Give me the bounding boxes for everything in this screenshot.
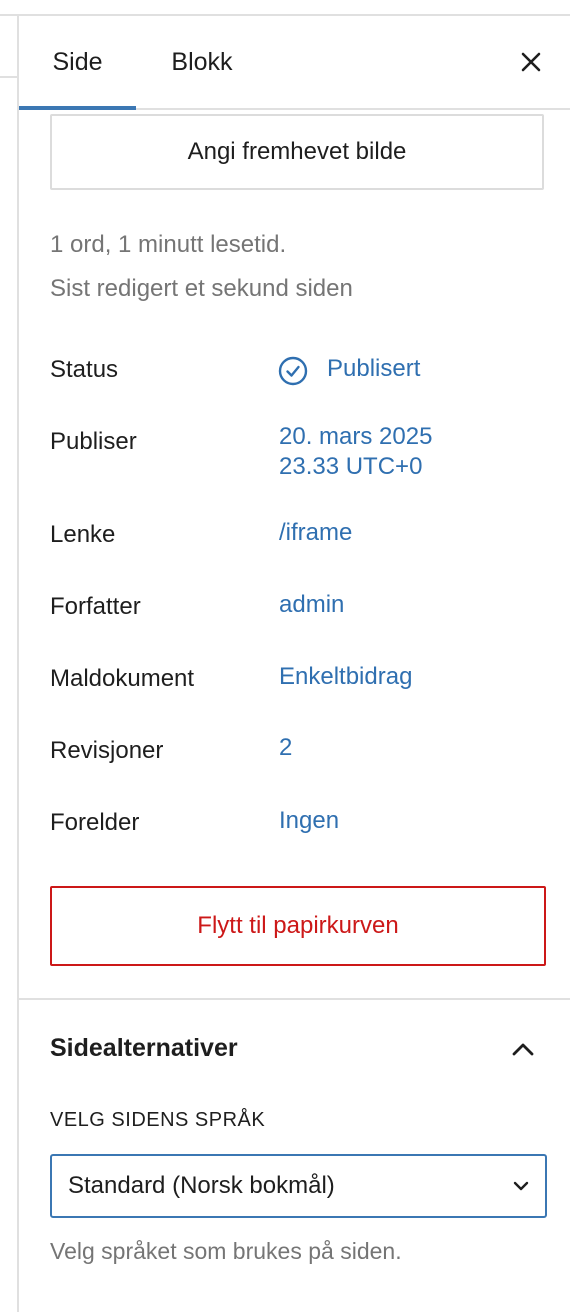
language-select-value: Standard (Norsk bokmål)	[68, 1172, 335, 1199]
move-to-trash-button[interactable]: Flytt til papirkurven	[50, 886, 546, 966]
word-count-text: 1 ord, 1 minutt lesetid.	[50, 231, 287, 258]
last-edited-text: Sist redigert et sekund siden	[50, 275, 353, 302]
revisions-button[interactable]: 2	[279, 733, 292, 763]
publish-time-line: 23.33 UTC+0	[279, 453, 423, 480]
set-featured-image-button[interactable]: Angi fremhevet bilde	[50, 114, 544, 190]
chevron-down-icon	[513, 1181, 529, 1191]
close-button[interactable]	[511, 42, 551, 82]
permalink-button[interactable]: /iframe	[279, 518, 352, 548]
tab-blokk[interactable]: Blokk	[152, 16, 252, 108]
status-value-button[interactable]: Publisert	[327, 354, 420, 384]
tab-side[interactable]: Side	[19, 16, 136, 108]
language-select-label: VELG SIDENS SPRÅK	[50, 1109, 266, 1131]
editor-window: Side Blokk Angi fremhevet bilde 1 ord, 1…	[0, 0, 570, 1312]
editor-canvas-edge	[0, 16, 19, 1312]
link-label: Lenke	[50, 521, 116, 548]
settings-sidebar: Side Blokk Angi fremhevet bilde 1 ord, 1…	[19, 16, 570, 1312]
revisions-label: Revisjoner	[50, 737, 164, 764]
section-divider	[19, 998, 570, 1000]
language-select[interactable]: Standard (Norsk bokmål)	[50, 1154, 547, 1218]
parent-label: Forelder	[50, 809, 140, 836]
page-options-toggle[interactable]: Sidealternativer	[50, 1034, 238, 1063]
publish-date-line: 20. mars 2025	[279, 423, 433, 450]
template-button[interactable]: Enkeltbidrag	[279, 662, 412, 692]
template-label: Maldokument	[50, 665, 195, 692]
author-label: Forfatter	[50, 593, 141, 620]
status-label: Status	[50, 356, 119, 383]
sidebar-tabs: Side Blokk	[19, 16, 570, 110]
active-tab-indicator	[19, 106, 136, 110]
language-help-text: Velg språket som brukes på siden.	[50, 1238, 402, 1264]
close-icon	[521, 52, 541, 72]
chevron-up-icon[interactable]	[505, 1032, 541, 1068]
publish-date-button[interactable]: 20. mars 2025 23.33 UTC+0	[279, 422, 432, 482]
author-button[interactable]: admin	[279, 590, 344, 620]
check-circle-icon	[278, 356, 308, 386]
parent-button[interactable]: Ingen	[279, 806, 339, 836]
canvas-divider	[0, 76, 17, 78]
publish-label: Publiser	[50, 428, 137, 455]
